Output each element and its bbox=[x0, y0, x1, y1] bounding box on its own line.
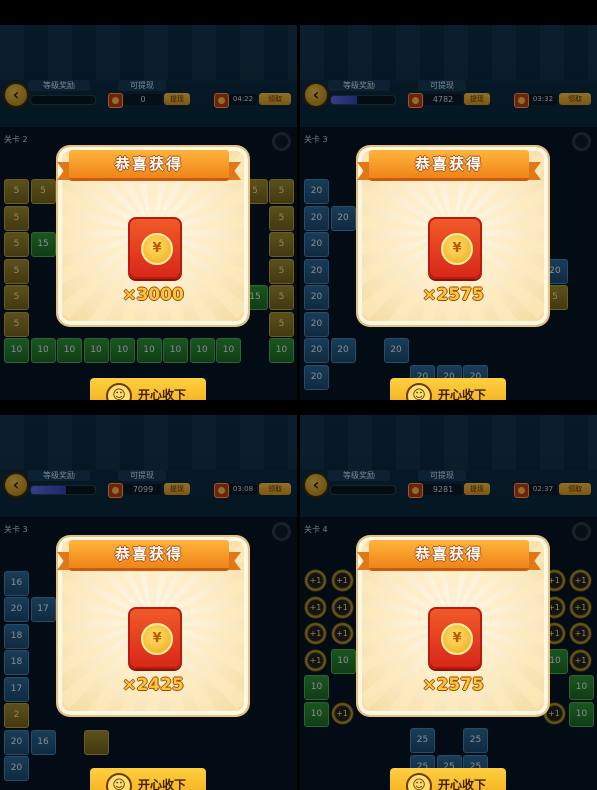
reward-amount: ×2575 bbox=[422, 285, 484, 305]
title-ribbon: 恭喜获得 bbox=[357, 150, 541, 182]
collect-button[interactable]: ☺ 开心收下 bbox=[90, 378, 206, 400]
smiley-icon: ☺ bbox=[106, 773, 132, 790]
game-panel-4: ‹ 等级奖励 可提现 9281 提现 02:37 领取 关卡 4 +1 +1 +1 +1 +1 +1 +1 +… bbox=[300, 415, 597, 790]
modal-title: 恭喜获得 bbox=[369, 540, 529, 571]
collect-button[interactable]: ☺ 开心收下 bbox=[390, 378, 506, 400]
yuan-coin-icon: ¥ bbox=[441, 623, 473, 655]
collect-button[interactable]: ☺ 开心收下 bbox=[390, 768, 506, 790]
collect-button[interactable]: ☺ 开心收下 bbox=[90, 768, 206, 790]
title-ribbon: 恭喜获得 bbox=[57, 150, 241, 182]
reward-amount: ×2575 bbox=[422, 675, 484, 695]
collect-button-label: 开心收下 bbox=[138, 388, 187, 400]
reward-amount: ×3000 bbox=[122, 285, 184, 305]
reward-amount: ×2425 bbox=[122, 675, 184, 695]
smiley-icon: ☺ bbox=[106, 383, 132, 400]
modal-title: 恭喜获得 bbox=[69, 150, 229, 181]
title-ribbon: 恭喜获得 bbox=[57, 540, 241, 572]
yuan-coin-icon: ¥ bbox=[141, 233, 173, 265]
modal-title: 恭喜获得 bbox=[369, 150, 529, 181]
yuan-coin-icon: ¥ bbox=[441, 233, 473, 265]
game-panel-2: ‹ 等级奖励 可提现 4782 提现 03:32 领取 关卡 3 20 20 20 20 20 20 20 5… bbox=[300, 25, 597, 400]
modal-title: 恭喜获得 bbox=[69, 540, 229, 571]
game-panel-1: ‹ 等级奖励 可提现 0 提现 04:22 领取 关卡 2 5 5 5 5 5 5 5 15 5 5 5 5 15 5 5 5… bbox=[0, 25, 297, 400]
red-envelope-icon: ¥ bbox=[128, 217, 182, 279]
collect-button-label: 开心收下 bbox=[138, 778, 187, 790]
red-envelope-icon: ¥ bbox=[428, 217, 482, 279]
yuan-coin-icon: ¥ bbox=[141, 623, 173, 655]
collect-button-label: 开心收下 bbox=[438, 778, 487, 790]
game-panel-3: ‹ 等级奖励 可提现 7099 提现 03:08 领取 关卡 3 16 20 17 18 18 17 2 20… bbox=[0, 415, 297, 790]
smiley-icon: ☺ bbox=[406, 383, 432, 400]
red-envelope-icon: ¥ bbox=[128, 607, 182, 669]
collect-button-label: 开心收下 bbox=[438, 388, 487, 400]
smiley-icon: ☺ bbox=[406, 773, 432, 790]
title-ribbon: 恭喜获得 bbox=[357, 540, 541, 572]
red-envelope-icon: ¥ bbox=[428, 607, 482, 669]
